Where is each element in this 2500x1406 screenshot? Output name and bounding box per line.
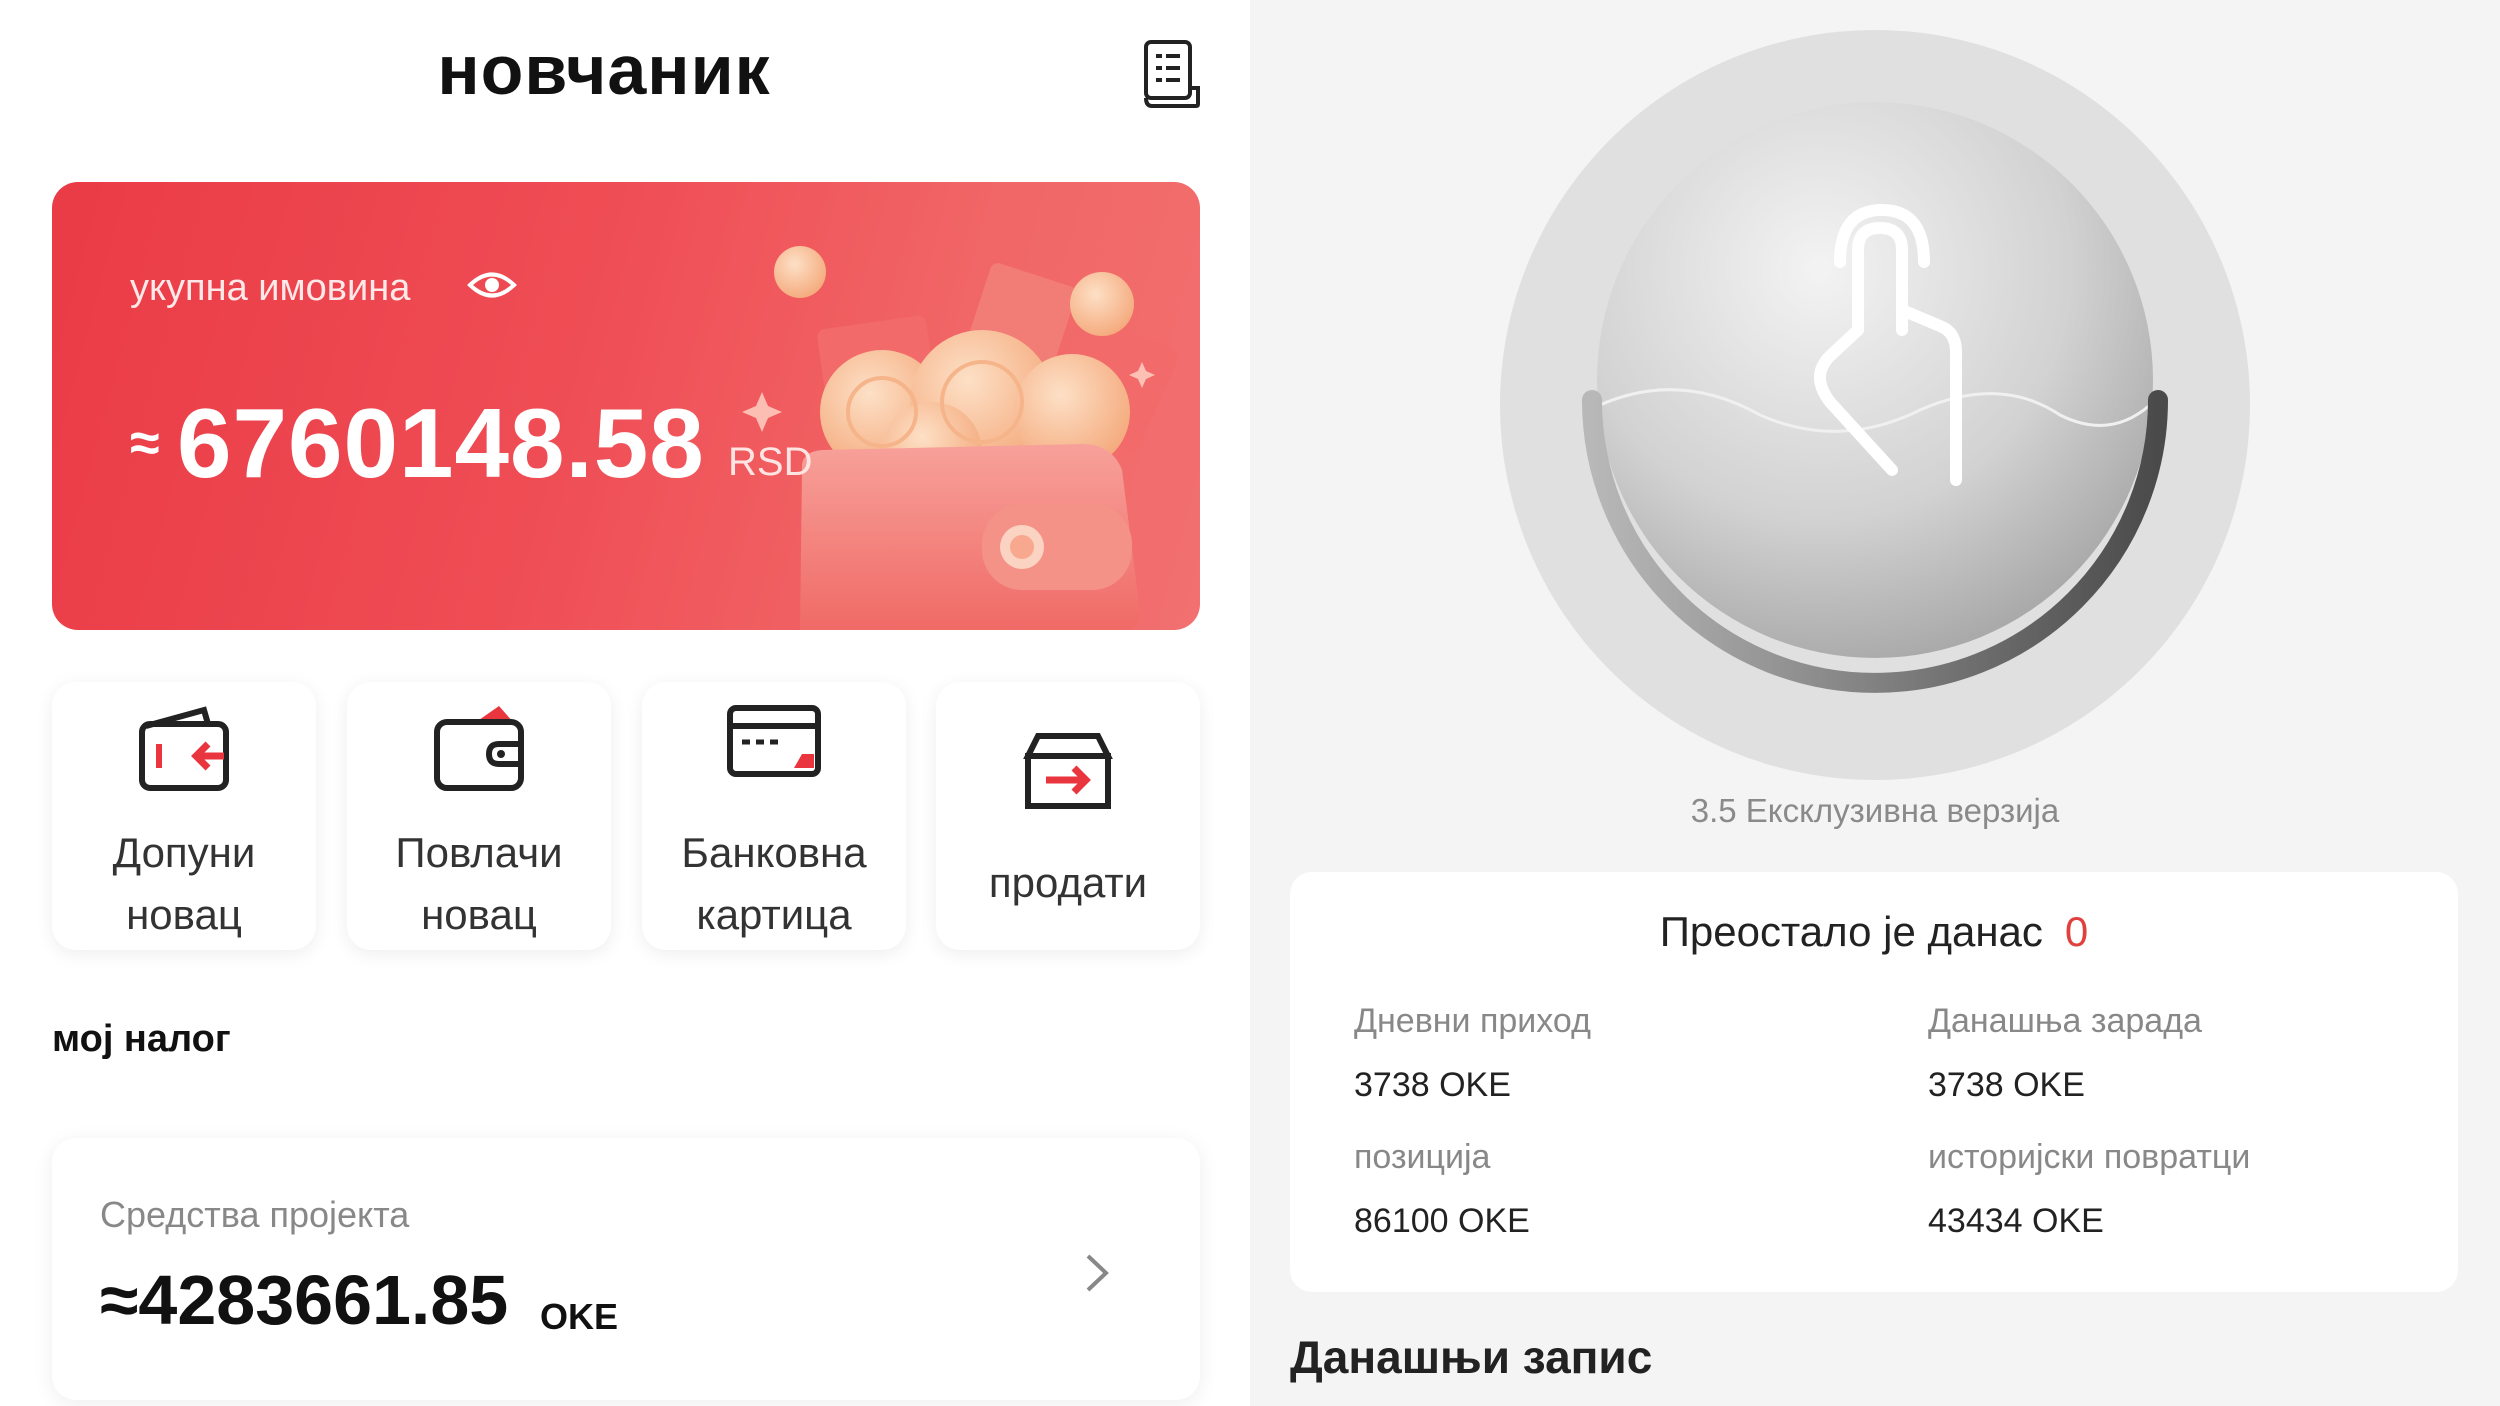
record-list-icon[interactable]	[1140, 38, 1204, 110]
total-assets-amount: 6760148.58	[177, 388, 705, 498]
wallet-coins-illustration	[742, 246, 1179, 630]
project-funds-card[interactable]: Средства пројекта ≈4283661.85 OKE	[52, 1138, 1200, 1400]
historical-returns-label: историјски повратци	[1928, 1138, 2251, 1176]
total-assets-card: укупна имовина ≈ 6760148.58 RSD	[52, 182, 1200, 630]
wallet-in-icon	[139, 706, 229, 791]
quick-actions: Допуни новац Повлачи новац Банковна картица	[52, 682, 1200, 950]
stats-card: Преостало је данас 0 Дневни приход 3738 O…	[1290, 872, 2458, 1292]
remaining-label: Преостало је данас	[1659, 908, 2043, 955]
remaining-today: Преостало је данас 0	[1290, 908, 2458, 956]
earnings-panel: 3.5 Ексклузивна верзија Преостало је дан…	[1250, 0, 2500, 1406]
bank-card-icon	[727, 705, 821, 777]
total-assets-currency: RSD	[728, 440, 813, 484]
today-record-heading: Данашњи запис	[1290, 1331, 1653, 1383]
wallet-panel: новчаник укупна имовина ≈ 6760148.58 RSD…	[0, 0, 1250, 1406]
approx-symbol: ≈	[130, 413, 160, 473]
sell-button[interactable]: продати	[936, 682, 1200, 950]
sell-label: продати	[988, 859, 1148, 906]
withdraw-label: Повлачи новац	[395, 829, 563, 938]
position-value: 86100 OKE	[1354, 1202, 1530, 1240]
remaining-count: 0	[2064, 908, 2089, 955]
today-earnings-label: Данашња зарада	[1928, 1002, 2202, 1040]
withdraw-button[interactable]: Повлачи новац	[347, 682, 611, 950]
wallet-out-icon	[434, 706, 524, 791]
my-account-heading: мој налог	[52, 1018, 231, 1060]
chevron-right-icon[interactable]	[1082, 1248, 1112, 1298]
daily-income-value: 3738 OKE	[1354, 1066, 1511, 1104]
bank-card-button[interactable]: Банковна картица	[642, 682, 906, 950]
box-sell-icon	[1023, 733, 1113, 809]
project-funds-amount: ≈4283661.85	[100, 1261, 509, 1339]
top-up-label: Допуни новац	[112, 829, 256, 938]
top-up-button[interactable]: Допуни новац	[52, 682, 316, 950]
bank-card-label: Банковна картица	[681, 829, 867, 938]
position-label: позиција	[1354, 1138, 1491, 1176]
daily-income-label: Дневни приход	[1354, 1002, 1591, 1040]
total-assets-label: укупна имовина	[130, 267, 411, 309]
version-text: 3.5 Ексклузивна верзија	[1690, 792, 2060, 829]
today-earnings-value: 3738 OKE	[1928, 1066, 2085, 1104]
page-title: новчаник	[437, 31, 771, 109]
eye-icon[interactable]	[467, 268, 517, 302]
project-funds-currency: OKE	[540, 1296, 619, 1337]
tap-dial[interactable]	[1500, 30, 2250, 780]
project-funds-label: Средства пројекта	[100, 1194, 410, 1235]
historical-returns-value: 43434 OKE	[1928, 1202, 2104, 1240]
